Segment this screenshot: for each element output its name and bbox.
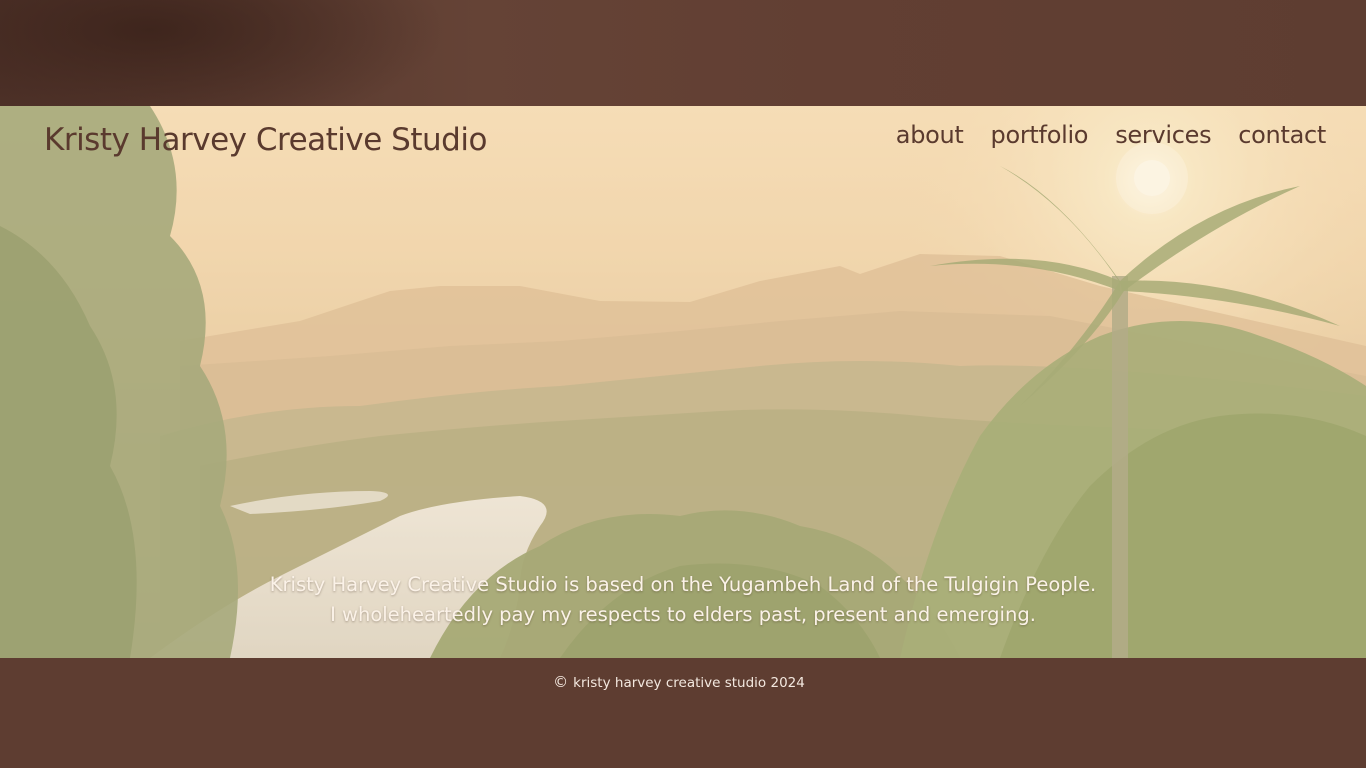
nav-about[interactable]: about bbox=[896, 121, 964, 149]
acknowledgement-line-2: I wholeheartedly pay my respects to elde… bbox=[330, 603, 1036, 626]
acknowledgement-of-country: Kristy Harvey Creative Studio is based o… bbox=[0, 570, 1366, 630]
footer: © kristy harvey creative studio 2024 bbox=[0, 658, 1366, 768]
copyright-icon: © bbox=[553, 673, 569, 691]
main-nav: about portfolio services contact bbox=[896, 121, 1327, 149]
nav-services[interactable]: services bbox=[1115, 121, 1211, 149]
copyright-text: kristy harvey creative studio 2024 bbox=[573, 675, 805, 691]
nav-contact[interactable]: contact bbox=[1238, 121, 1326, 149]
site-title[interactable]: Kristy Harvey Creative Studio bbox=[44, 122, 487, 158]
copyright: © kristy harvey creative studio 2024 bbox=[0, 673, 1362, 691]
hero-section: Kristy Harvey Creative Studio about port… bbox=[0, 106, 1366, 658]
acknowledgement-line-1: Kristy Harvey Creative Studio is based o… bbox=[269, 573, 1097, 596]
nav-portfolio[interactable]: portfolio bbox=[991, 121, 1089, 149]
top-band bbox=[0, 0, 1366, 106]
page: Kristy Harvey Creative Studio about port… bbox=[0, 0, 1366, 768]
